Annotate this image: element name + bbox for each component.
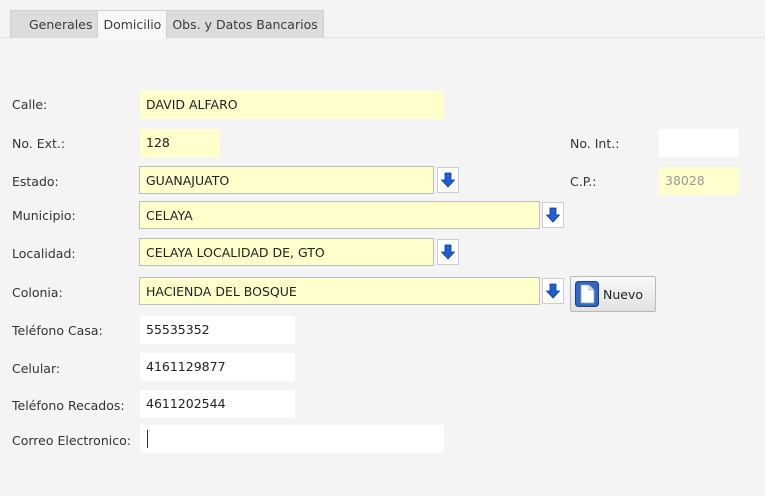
arrow-down-icon [441, 172, 455, 188]
celular-label: Celular: [12, 361, 61, 376]
localidad-dropdown-button[interactable] [437, 239, 459, 265]
estado-select[interactable]: GUANAJUATO [139, 166, 434, 194]
text-cursor [147, 430, 148, 448]
calle-label: Calle: [12, 97, 48, 112]
telefono-recados-field[interactable]: 4611202544 [140, 390, 295, 418]
tab-generales[interactable]: Generales [11, 11, 99, 38]
arrow-down-icon [546, 283, 560, 299]
estado-dropdown-button[interactable] [437, 167, 459, 193]
telefono-casa-label: Teléfono Casa: [12, 323, 103, 338]
tab-obs-datos-bancarios[interactable]: Obs. y Datos Bancarios [167, 11, 322, 38]
no-int-field[interactable] [659, 129, 739, 157]
estado-label: Estado: [12, 174, 59, 189]
correo-field[interactable] [140, 425, 444, 453]
celular-field[interactable]: 4161129877 [140, 353, 295, 381]
calle-field[interactable]: DAVID ALFARO [140, 91, 444, 119]
arrow-down-icon [441, 244, 455, 260]
correo-label: Correo Electronico: [12, 433, 131, 448]
tab-bar: Generales Domicilio Obs. y Datos Bancari… [0, 0, 765, 39]
cp-field[interactable]: 38028 [659, 167, 739, 195]
arrow-down-icon [546, 207, 560, 223]
no-ext-field[interactable]: 128 [140, 129, 220, 157]
localidad-label: Localidad: [12, 246, 76, 261]
telefono-casa-field[interactable]: 55535352 [140, 316, 295, 344]
municipio-dropdown-button[interactable] [542, 202, 564, 228]
nuevo-button-label: Nuevo [603, 286, 644, 302]
tab-strip: Generales Domicilio Obs. y Datos Bancari… [10, 10, 324, 39]
no-ext-label: No. Ext.: [12, 136, 66, 151]
colonia-select[interactable]: HACIENDA DEL BOSQUE [139, 277, 540, 305]
no-int-label: No. Int.: [570, 136, 620, 151]
cp-label: C.P.: [570, 174, 597, 189]
municipio-select[interactable]: CELAYA [139, 201, 540, 229]
new-document-icon [575, 281, 599, 307]
tab-domicilio[interactable]: Domicilio [98, 11, 168, 39]
localidad-select[interactable]: CELAYA LOCALIDAD DE, GTO [139, 238, 434, 266]
municipio-label: Municipio: [12, 208, 76, 223]
telefono-recados-label: Teléfono Recados: [12, 398, 125, 413]
nuevo-button[interactable]: Nuevo [570, 276, 656, 312]
colonia-dropdown-button[interactable] [542, 278, 564, 304]
colonia-label: Colonia: [12, 285, 63, 300]
